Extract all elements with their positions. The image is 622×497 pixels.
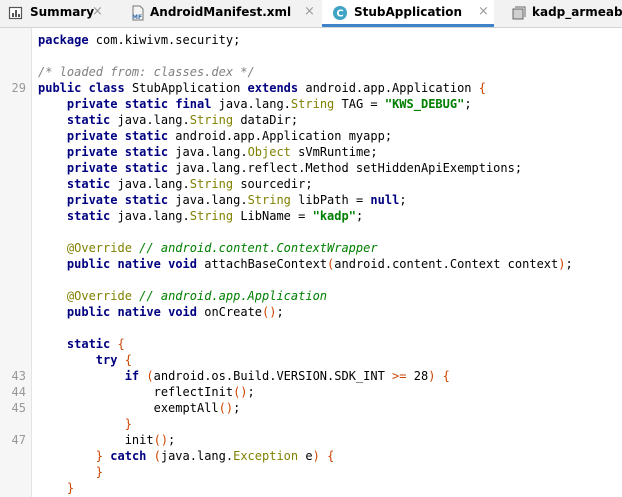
code-line: }: [95, 465, 104, 479]
code-line: }: [66, 481, 75, 495]
active-tab-indicator: [322, 24, 494, 27]
tab-android-manifest[interactable]: MF AndroidManifest.xml ×: [124, 0, 320, 26]
class-icon: C: [333, 6, 347, 20]
code-line: static java.lang.String LibName = "kadp"…: [66, 209, 364, 223]
close-icon[interactable]: ×: [92, 0, 103, 24]
svg-text:C: C: [336, 9, 343, 20]
tab-summary-label: Summary: [30, 5, 95, 19]
line-number: 44: [11, 385, 26, 399]
code-line: public class StubApplication extends and…: [38, 81, 486, 95]
code-line: @Override // android.content.ContextWrap…: [66, 241, 378, 255]
code-line: public native void onCreate();: [66, 305, 284, 319]
code-line: static {: [66, 337, 125, 351]
code-line: private static java.lang.reflect.Method …: [66, 161, 523, 175]
tab-kadp-armeabi[interactable]: kadp_armeabi: [500, 0, 622, 26]
tab-summary[interactable]: Summary ×: [0, 0, 120, 26]
tab-kadp-armeabi-label: kadp_armeabi: [532, 5, 622, 19]
close-icon[interactable]: ×: [304, 0, 315, 24]
line-number: 29: [11, 81, 26, 95]
line-number: 47: [11, 433, 26, 447]
line-number: 45: [11, 401, 26, 415]
code-line: private static java.lang.Object sVmRunti…: [66, 145, 378, 159]
code-line: static java.lang.String dataDir;: [66, 113, 299, 127]
code-line: static java.lang.String sourcedir;: [66, 177, 313, 191]
code-line: @Override // android.app.Application: [66, 289, 328, 303]
code-line: /* loaded from: classes.dex */: [38, 65, 255, 79]
code-line: package com.kiwivm.security;: [38, 33, 241, 47]
svg-text:MF: MF: [132, 14, 142, 21]
editor-tab-bar: Summary × MF AndroidManifest.xml × C Stu…: [0, 0, 622, 28]
code-line: try {: [95, 353, 132, 367]
code-line: private static android.app.Application m…: [66, 129, 393, 143]
code-line: private static final java.lang.String TA…: [66, 97, 472, 111]
code-line: }: [124, 417, 132, 431]
code-line: reflectInit();: [38, 385, 255, 399]
tab-stub-application-label: StubApplication: [354, 5, 463, 19]
code-line: private static java.lang.String libPath …: [66, 193, 407, 207]
tab-android-manifest-label: AndroidManifest.xml: [150, 5, 292, 19]
code-line: exemptAll();: [38, 401, 241, 415]
code-line: public native void attachBaseContext(and…: [66, 257, 573, 271]
line-number: 43: [11, 369, 26, 383]
tab-stub-application[interactable]: C StubApplication ×: [322, 0, 494, 27]
line-number-gutter: 29 43 44 45 47: [0, 28, 32, 497]
library-icon: [512, 6, 526, 20]
code-line: init();: [38, 433, 176, 447]
summary-icon: [8, 6, 23, 20]
manifest-file-icon: MF: [132, 5, 144, 21]
code-line: } catch (java.lang.Exception e) {: [95, 449, 335, 463]
code-line: if (android.os.Build.VERSION.SDK_INT >= …: [124, 369, 450, 383]
close-icon[interactable]: ×: [478, 0, 489, 24]
